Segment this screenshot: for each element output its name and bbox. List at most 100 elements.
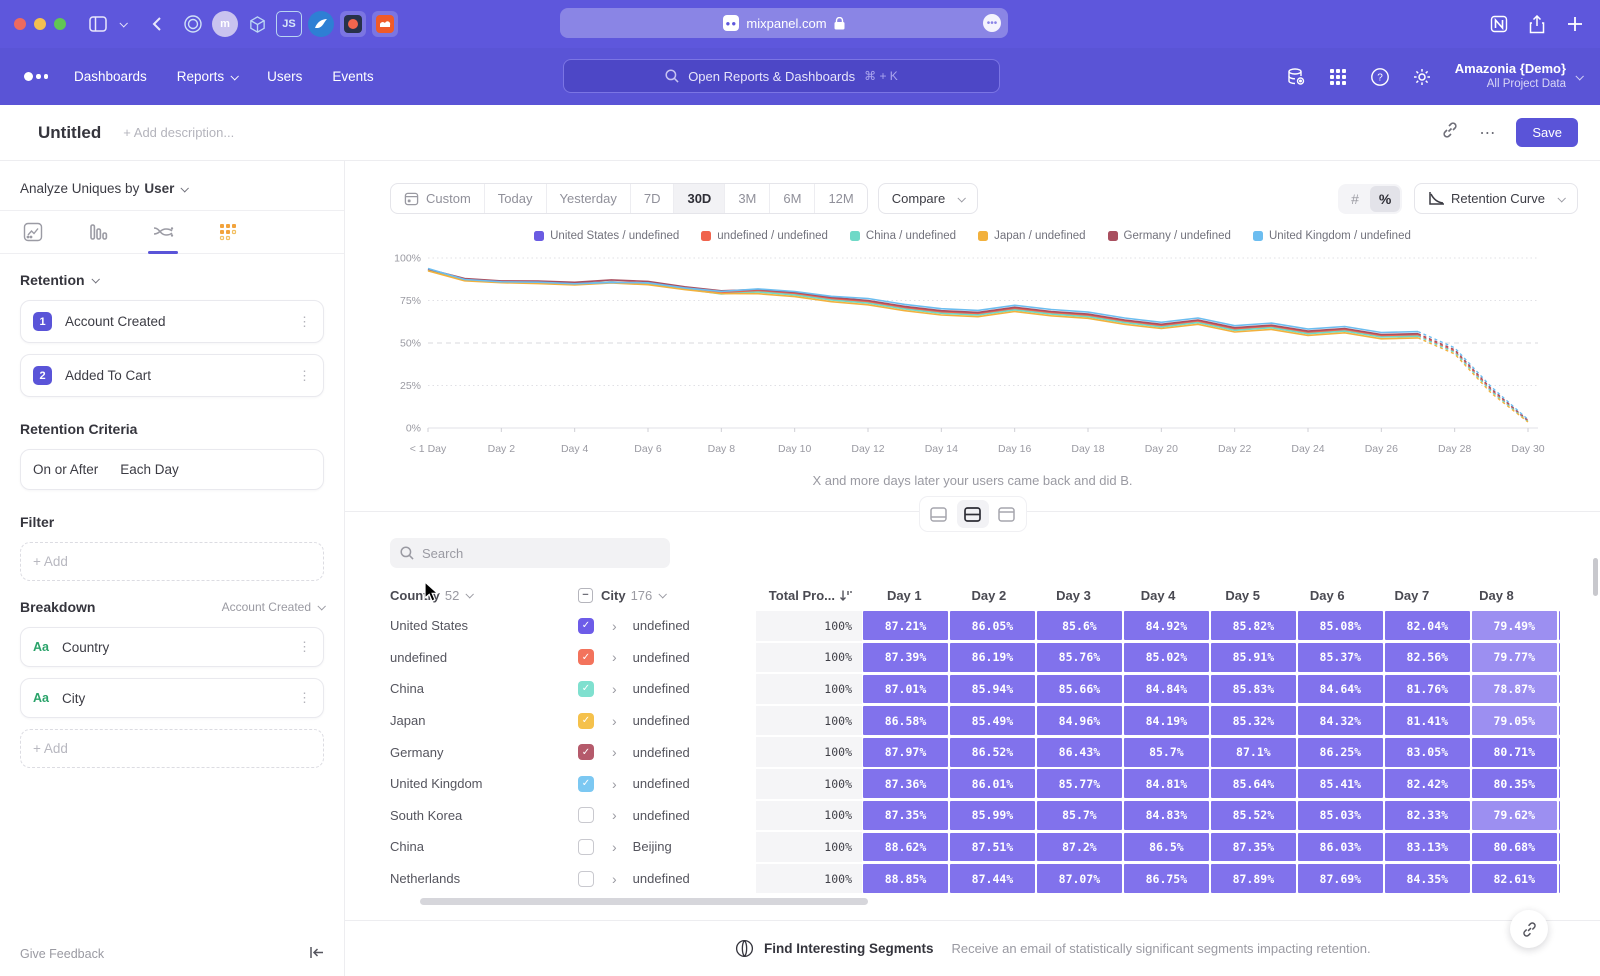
retention-value-cell[interactable]: 84.83% — [1124, 801, 1209, 830]
range-today[interactable]: Today — [485, 184, 547, 213]
retention-value-cell[interactable]: 85.99% — [950, 801, 1035, 830]
day-column-header[interactable]: Day 5 — [1200, 588, 1285, 603]
country-column-header[interactable]: Country52 — [390, 588, 578, 603]
table-row[interactable]: Japan✓›undefined100%86.58%85.49%84.96%84… — [390, 705, 1560, 737]
range-6m[interactable]: 6M — [770, 184, 815, 213]
retention-value-cell[interactable]: 87.44% — [950, 864, 1035, 893]
retention-value-cell[interactable]: 88.62% — [863, 833, 948, 862]
retention-value-cell[interactable]: 86.01% — [950, 769, 1035, 798]
legend-item[interactable]: Germany / undefined — [1108, 230, 1231, 242]
breakdown-options-icon[interactable]: ⋮ — [298, 690, 311, 706]
sidebar-toggle-icon[interactable] — [84, 11, 112, 37]
legend-item[interactable]: United States / undefined — [534, 230, 679, 242]
table-row[interactable]: United Kingdom✓›undefined100%87.36%86.01… — [390, 768, 1560, 800]
window-scrollbar[interactable] — [1593, 558, 1598, 596]
retention-value-cell[interactable]: 82.04% — [1385, 611, 1470, 640]
retention-value-cell[interactable]: 86.25% — [1298, 738, 1383, 767]
back-icon[interactable] — [142, 11, 170, 37]
tab-insights-icon[interactable] — [22, 221, 44, 243]
step-options-icon[interactable]: ⋮ — [298, 368, 311, 384]
add-filter-button[interactable]: + Add — [20, 542, 324, 581]
retention-value-cell[interactable]: 85.77% — [1037, 769, 1122, 798]
layout-table-only-button[interactable] — [991, 500, 1023, 528]
table-row[interactable]: undefined✓›undefined100%87.39%86.19%85.7… — [390, 642, 1560, 674]
range-3m[interactable]: 3M — [725, 184, 770, 213]
retention-value-cell[interactable]: 87.2% — [1037, 833, 1122, 862]
total-column-header[interactable]: Total Pro... — [756, 588, 862, 603]
retention-criteria-control[interactable]: On or After Each Day — [20, 449, 324, 490]
retention-value-cell[interactable]: 82.33% — [1385, 801, 1470, 830]
extension-icons[interactable]: m JS — [180, 11, 398, 37]
retention-value-cell[interactable]: 87.36% — [863, 769, 948, 798]
step-options-icon[interactable]: ⋮ — [298, 314, 311, 330]
retention-value-cell[interactable]: 87.35% — [863, 801, 948, 830]
retention-value-cell[interactable]: 85.02% — [1124, 643, 1209, 672]
retention-curve-plot[interactable]: 100%75%50%25%0% — [390, 248, 1580, 436]
segments-title[interactable]: Find Interesting Segments — [764, 941, 934, 956]
retention-value-cell[interactable]: 87.39% — [863, 643, 948, 672]
retention-value-cell[interactable]: 79.62% — [1472, 801, 1557, 830]
retention-value-cell[interactable]: 78.87% — [1472, 675, 1557, 704]
day-column-header[interactable]: Day 6 — [1285, 588, 1370, 603]
retention-value-cell[interactable]: 87.89% — [1211, 864, 1296, 893]
retention-value-cell[interactable]: 85.64% — [1211, 769, 1296, 798]
retention-value-cell[interactable]: 85.6% — [1037, 611, 1122, 640]
retention-value-cell[interactable]: 86.52% — [950, 738, 1035, 767]
retention-value-cell[interactable]: 88.85% — [863, 864, 948, 893]
retention-value-cell[interactable]: 85.37% — [1298, 643, 1383, 672]
retention-value-cell[interactable]: 84.35% — [1385, 864, 1470, 893]
retention-value-cell[interactable]: 84.81% — [1124, 769, 1209, 798]
expand-row-icon[interactable]: › — [612, 839, 617, 855]
day-column-header[interactable]: Day 1 — [862, 588, 947, 603]
expand-row-icon[interactable]: › — [612, 681, 617, 697]
table-row[interactable]: United States✓›undefined100%87.21%86.05%… — [390, 610, 1560, 642]
chart-type-dropdown[interactable]: Retention Curve — [1414, 183, 1578, 214]
expand-row-icon[interactable]: › — [612, 871, 617, 887]
copy-link-icon[interactable] — [1441, 121, 1459, 144]
retention-value-cell[interactable]: 85.08% — [1298, 611, 1383, 640]
compare-button[interactable]: Compare — [878, 183, 978, 214]
row-checkbox[interactable]: ✓ — [578, 776, 594, 792]
retention-value-cell[interactable]: 82.56% — [1385, 643, 1470, 672]
project-switcher[interactable]: Amazonia {Demo} All Project Data — [1453, 61, 1582, 92]
retention-value-cell[interactable]: 87.35% — [1211, 833, 1296, 862]
retention-step-1[interactable]: 1 Account Created ⋮ — [20, 300, 324, 343]
breakdown-options-icon[interactable]: ⋮ — [298, 639, 311, 655]
retention-value-cell[interactable]: 83.05% — [1385, 738, 1470, 767]
table-row[interactable]: Netherlands›undefined100%88.85%87.44%87.… — [390, 863, 1560, 895]
breakdown-scope-dropdown[interactable]: Account Created — [222, 600, 324, 614]
report-title[interactable]: Untitled — [38, 123, 101, 143]
apps-grid-icon[interactable] — [1327, 66, 1349, 88]
retention-value-cell[interactable]: 84.96% — [1037, 706, 1122, 735]
extension-bird-icon[interactable] — [308, 11, 334, 37]
range-custom[interactable]: Custom — [391, 184, 485, 213]
global-search-button[interactable]: Open Reports & Dashboards ⌘ + K — [563, 59, 1000, 93]
retention-value-cell[interactable]: 83.13% — [1385, 833, 1470, 862]
retention-value-cell[interactable]: 85.03% — [1298, 801, 1383, 830]
breakdown-city[interactable]: Aa City ⋮ — [20, 678, 324, 718]
number-format-button[interactable]: # — [1340, 186, 1370, 212]
retention-value-cell[interactable]: 87.69% — [1298, 864, 1383, 893]
notion-extension-icon[interactable] — [1488, 13, 1510, 35]
retention-value-cell[interactable]: 85.32% — [1211, 706, 1296, 735]
range-7d[interactable]: 7D — [631, 184, 675, 213]
retention-value-cell[interactable]: 84.64% — [1298, 675, 1383, 704]
address-more-icon[interactable]: ••• — [983, 14, 1001, 32]
collapse-sidebar-icon[interactable] — [309, 946, 324, 962]
retention-value-cell[interactable]: 87.01% — [863, 675, 948, 704]
row-checkbox[interactable]: ✓ — [578, 618, 594, 634]
retention-value-cell[interactable]: 87.97% — [863, 738, 948, 767]
day-column-header[interactable]: Day 7 — [1370, 588, 1455, 603]
share-link-fab[interactable] — [1510, 910, 1548, 948]
expand-row-icon[interactable]: › — [612, 807, 617, 823]
retention-value-cell[interactable]: 84.19% — [1124, 706, 1209, 735]
save-button[interactable]: Save — [1516, 118, 1578, 147]
retention-value-cell[interactable]: 86.03% — [1298, 833, 1383, 862]
tab-retention-icon[interactable] — [217, 221, 239, 243]
retention-value-cell[interactable]: 80.68% — [1472, 833, 1557, 862]
retention-value-cell[interactable]: 80.35% — [1472, 769, 1557, 798]
expand-row-icon[interactable]: › — [612, 618, 617, 634]
retention-value-cell[interactable]: 86.5% — [1124, 833, 1209, 862]
extension-cube-icon[interactable] — [244, 11, 270, 37]
retention-value-cell[interactable]: 86.43% — [1037, 738, 1122, 767]
